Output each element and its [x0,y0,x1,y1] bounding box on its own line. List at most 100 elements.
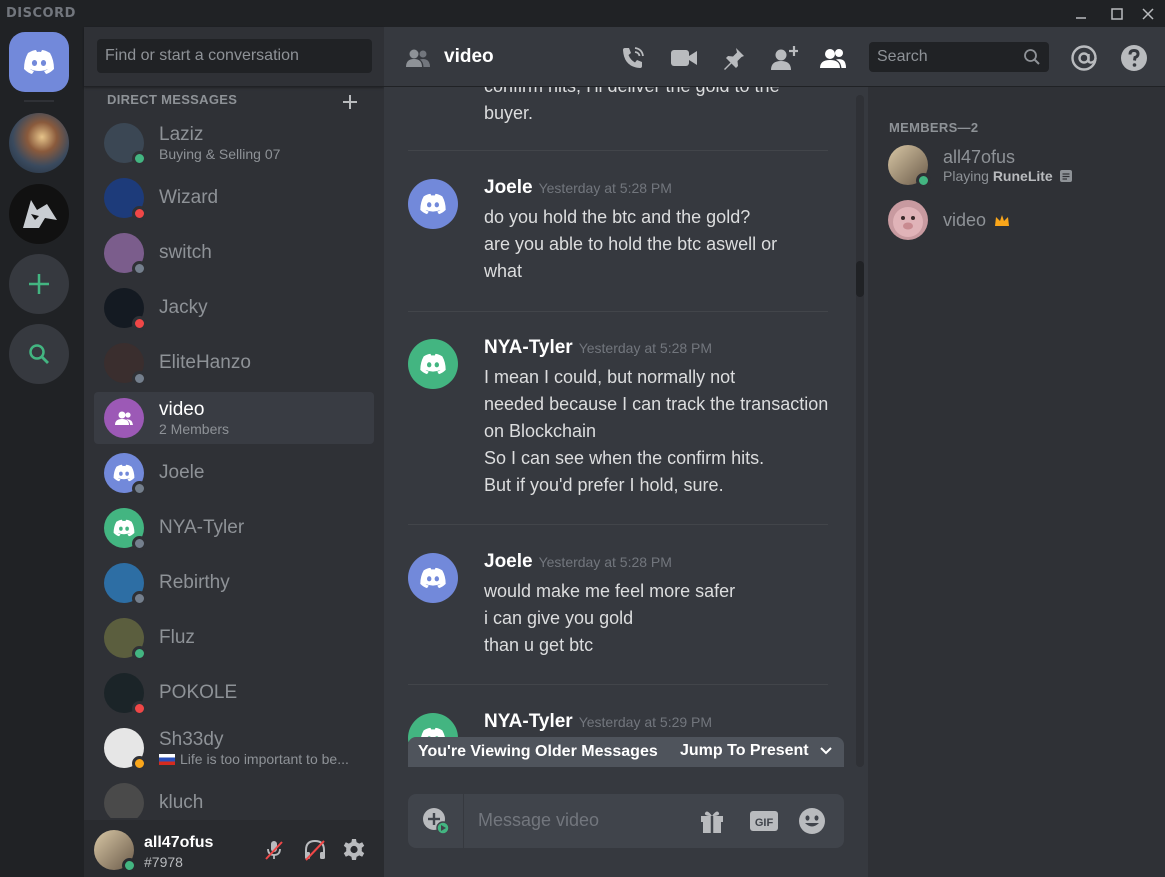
scrollbar-thumb[interactable] [856,261,864,297]
start-video-call-button[interactable] [670,44,698,72]
add-server-button[interactable] [9,254,69,314]
activity-prefix: Playing [943,167,993,184]
flag-icon [159,753,175,765]
message-list: confirm hits, I'll deliver the gold to t… [384,87,856,767]
member-avatar [888,145,931,188]
message-scrollbar[interactable] [856,95,864,767]
create-dm-button[interactable] [342,87,358,116]
author-avatar[interactable] [408,339,458,389]
author-name[interactable]: Joele [484,551,533,572]
dm-item-sh33dy[interactable]: Sh33dy Life is too important to be... [94,720,374,775]
status-dnd-indicator [132,205,147,221]
username: all47ofus [144,834,214,851]
minimize-icon [1076,16,1086,19]
message-line: on Blockchain [484,421,597,441]
author-name[interactable]: NYA-Tyler [484,337,573,358]
member-list-toggle[interactable] [819,44,847,72]
explore-servers-button[interactable] [9,324,69,384]
member-list: MEMBERS—2 all47ofus Playing RuneLite vid… [868,87,1165,877]
dm-item-joele[interactable]: Joele [94,445,374,500]
avatar [104,452,147,496]
member-item[interactable]: video [878,195,1148,245]
dm-name: Jacky [159,296,208,318]
search-icon [29,344,49,364]
user-panel: all47ofus #7978 [84,820,384,877]
deafen-button[interactable] [302,837,328,863]
send-gift-button[interactable] [698,807,726,835]
dm-item-video[interactable]: video 2 Members [94,392,374,444]
dm-sidebar: Find or start a conversation DIRECT MESS… [84,27,384,877]
at-sign-icon [1071,45,1097,71]
user-avatar[interactable] [94,830,137,873]
message-line: what [484,261,523,281]
dm-name: kluch [159,791,204,813]
search-input[interactable]: Search [869,42,1049,72]
server-wolf[interactable] [9,184,69,244]
dm-item-fluz[interactable]: Fluz [94,610,374,665]
maximize-button[interactable] [1100,0,1134,27]
discord-default-avatar-icon [113,519,135,536]
home-button[interactable] [9,32,69,92]
mentions-button[interactable] [1070,44,1098,72]
group-icon [115,411,133,425]
message-author[interactable]: NYA-Tyler Yesterday at 5:28 PM [484,337,712,359]
avatar [104,672,147,716]
close-icon [1142,7,1154,20]
message-line: i can give you gold [484,608,634,628]
avatar [104,782,144,818]
dm-text: NYA-Tyler [159,517,244,539]
message-input[interactable]: Message video [478,810,599,831]
discord-default-avatar-icon [420,353,446,375]
chevron-down-icon [820,747,832,755]
message-author[interactable]: NYA-Tyler Yesterday at 5:29 PM [484,711,712,733]
add-friends-to-dm-button[interactable] [770,44,798,72]
message-content: do you hold the btc and the gold? are yo… [484,204,854,285]
message-timestamp: Yesterday at 5:28 PM [578,340,713,356]
dm-subtext: Buying & Selling 07 [159,146,280,162]
message-line: But if you'd prefer I hold, sure. [484,475,724,495]
user-settings-button[interactable] [341,837,367,863]
dm-item-pokole[interactable]: POKOLE [94,665,374,720]
author-avatar[interactable] [408,553,458,603]
dm-item-jacky[interactable]: Jacky [94,280,374,335]
dm-item-nya-tyler[interactable]: NYA-Tyler [94,500,374,555]
upload-plus-icon [422,808,450,835]
message-author[interactable]: Joele Yesterday at 5:28 PM [484,551,672,573]
gif-picker-button[interactable]: GIF [748,807,780,835]
status-online-indicator [122,858,137,873]
status-offline-indicator [132,480,147,496]
author-name[interactable]: Joele [484,177,533,198]
author-avatar[interactable] [408,179,458,229]
dm-item-elitehanzo[interactable]: EliteHanzo [94,335,374,390]
member-item[interactable]: all47ofus Playing RuneLite [878,140,1148,190]
minimize-button[interactable] [1064,0,1098,27]
server-landscape[interactable] [9,113,69,173]
dm-text: Sh33dy Life is too important to be... [159,729,349,767]
help-button[interactable] [1120,44,1148,72]
svg-text:GIF: GIF [755,817,774,829]
dm-name: POKOLE [159,681,238,703]
start-voice-call-button[interactable] [619,44,647,72]
chat-area: video Search buyer. Joele Yesterday at 5… [384,27,1165,877]
pinned-messages-button[interactable] [720,44,748,72]
dm-item-rebirthy[interactable]: Rebirthy [94,555,374,610]
dm-name: Fluz [159,626,195,648]
dm-name: switch [159,241,212,263]
jump-to-present-button[interactable]: Jump To Present [680,742,809,760]
dm-item-switch[interactable]: switch [94,225,374,280]
message-author[interactable]: Joele Yesterday at 5:28 PM [484,177,672,199]
close-window-button[interactable] [1131,0,1165,27]
message-line: I mean I could, but normally not [484,367,736,387]
emoji-picker-button[interactable] [798,807,826,835]
dm-item-wizard[interactable]: Wizard [94,170,374,225]
mute-button[interactable] [261,837,287,863]
dm-item-laziz[interactable]: Laziz Buying & Selling 07 [94,115,374,170]
dm-search-input[interactable]: Find or start a conversation [97,39,372,73]
smiley-icon [799,808,825,834]
upload-button[interactable] [408,794,464,848]
status-offline-indicator [132,370,147,386]
author-name[interactable]: NYA-Tyler [484,711,573,732]
pig-face-icon [893,207,923,237]
dm-item-kluch[interactable]: kluch [94,775,374,818]
member-name: video [943,209,987,230]
